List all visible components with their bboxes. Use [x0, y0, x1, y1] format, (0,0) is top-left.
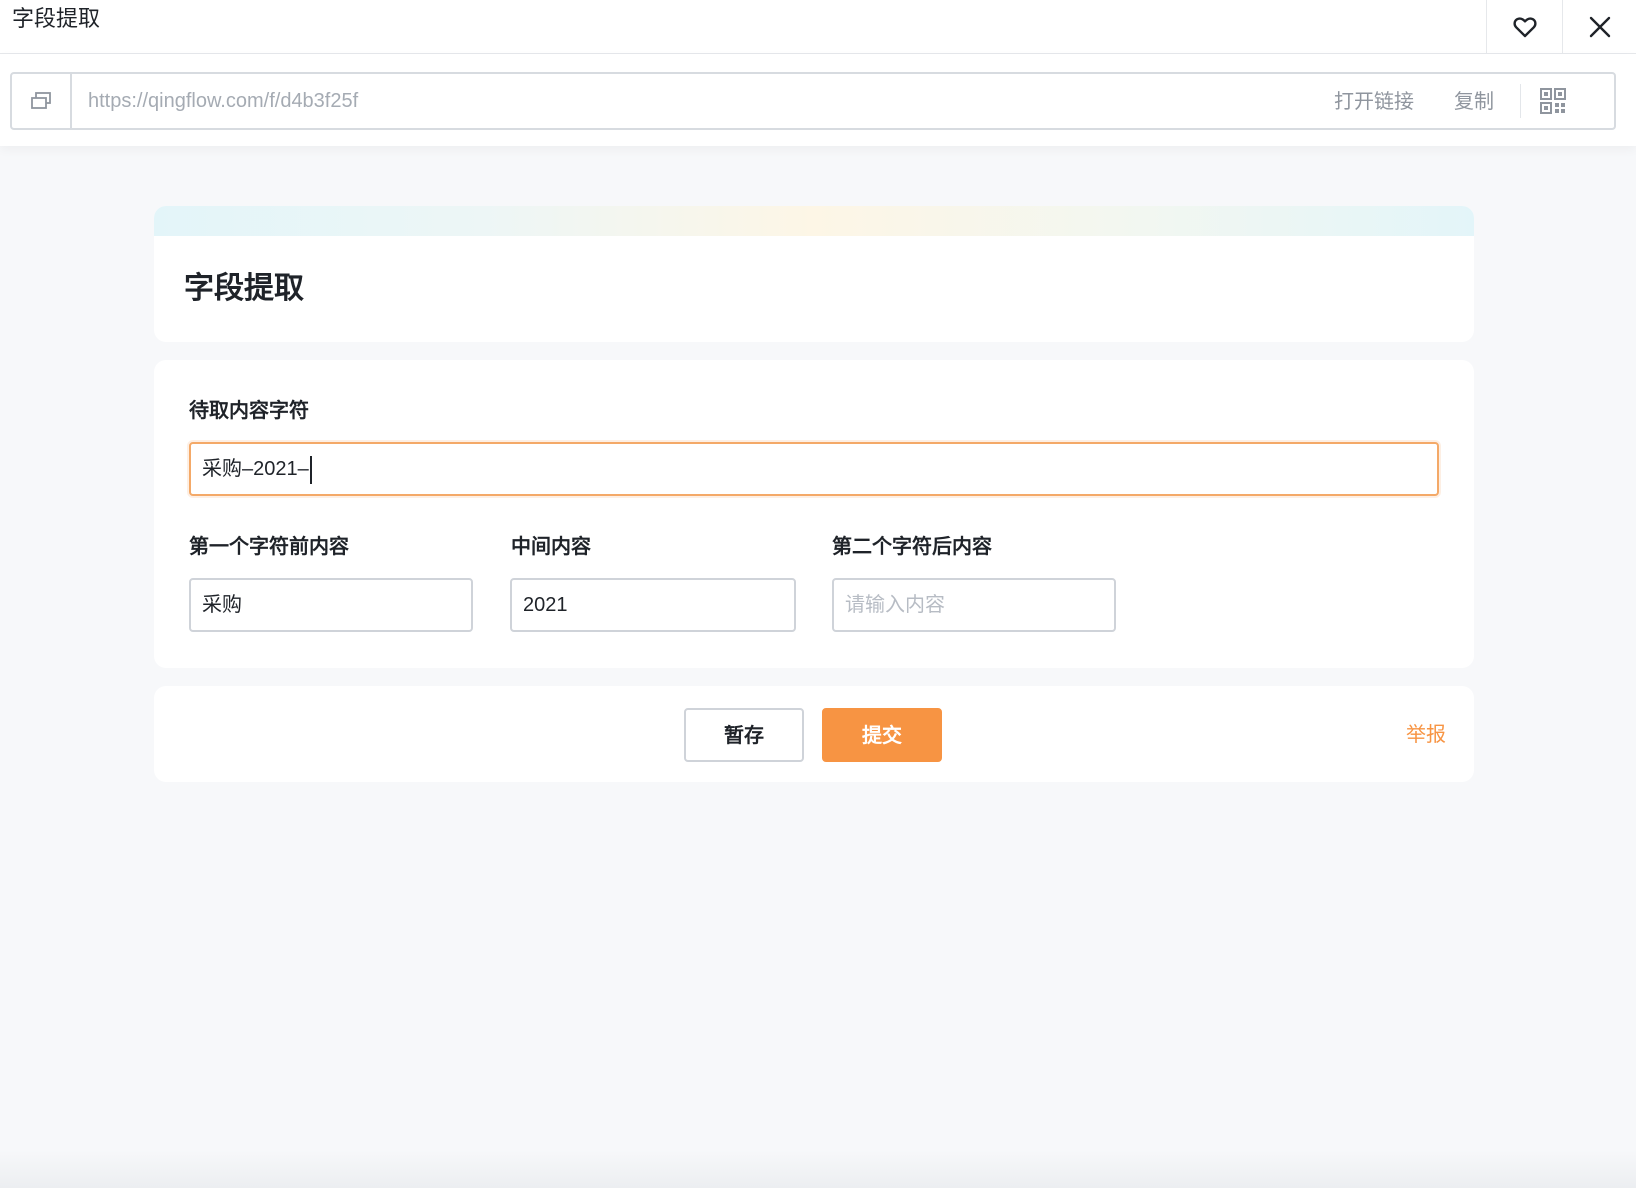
favorite-button[interactable]	[1486, 0, 1562, 54]
divider	[1520, 84, 1521, 118]
middle-value: 2021	[523, 594, 568, 616]
text-caret	[309, 455, 312, 484]
report-link[interactable]: 举报	[1406, 720, 1446, 748]
source-field-input[interactable]: 采购–2021–	[189, 442, 1439, 496]
share-url[interactable]: https://qingflow.com/f/d4b3f25f	[88, 87, 358, 115]
form-actions-card: 暂存 提交 举报	[154, 686, 1474, 782]
heart-icon	[1512, 17, 1537, 38]
before-first-value: 采购	[202, 594, 242, 616]
save-draft-button[interactable]: 暂存	[684, 708, 804, 762]
middle-input[interactable]: 2021	[510, 578, 796, 632]
form-header-card: 字段提取	[154, 206, 1474, 342]
decorative-banner	[154, 206, 1474, 236]
form-title: 字段提取	[184, 271, 304, 306]
bottom-shadow	[0, 1150, 1636, 1188]
copy-window-icon[interactable]	[12, 74, 72, 128]
qr-code-icon[interactable]	[1540, 88, 1566, 114]
after-second-label: 第二个字符后内容	[832, 534, 992, 558]
window-titlebar: 字段提取	[0, 0, 1636, 54]
close-button[interactable]	[1562, 0, 1636, 54]
copy-link-button[interactable]: 复制	[1454, 87, 1494, 115]
before-first-input[interactable]: 采购	[189, 578, 473, 632]
middle-label: 中间内容	[511, 534, 591, 558]
submit-button[interactable]: 提交	[822, 708, 942, 762]
window-title: 字段提取	[12, 7, 101, 32]
link-field: https://qingflow.com/f/d4b3f25f 打开链接 复制	[10, 72, 1616, 130]
source-field-label: 待取内容字符	[189, 398, 309, 422]
after-second-placeholder: 请输入内容	[845, 594, 945, 616]
open-link-button[interactable]: 打开链接	[1334, 87, 1414, 115]
after-second-input[interactable]: 请输入内容	[832, 578, 1116, 632]
source-field-value: 采购–2021–	[202, 458, 309, 480]
close-icon	[1589, 16, 1610, 38]
share-link-bar: https://qingflow.com/f/d4b3f25f 打开链接 复制	[0, 54, 1636, 146]
form-fields-card: 待取内容字符 采购–2021– 第一个字符前内容 采购 中间内容 2021 第二…	[154, 360, 1474, 668]
before-first-label: 第一个字符前内容	[189, 534, 349, 558]
